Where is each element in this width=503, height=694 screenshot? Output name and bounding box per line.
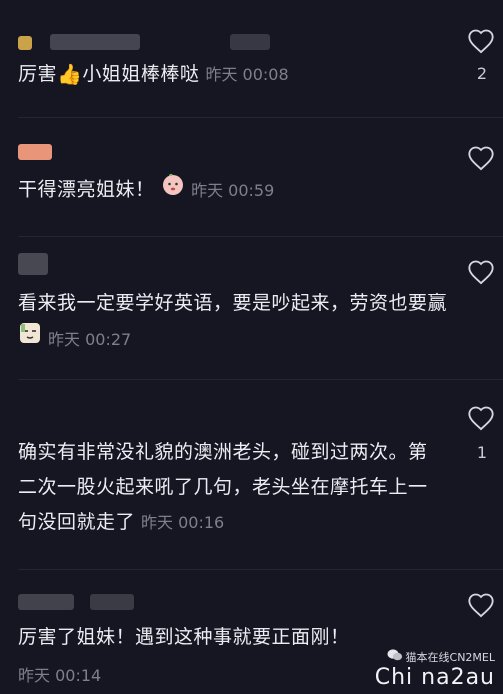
timestamp: 昨天 00:59 [191, 180, 275, 200]
avatar [18, 144, 52, 160]
heart-icon[interactable] [467, 405, 495, 431]
like-count: 1 [476, 443, 487, 462]
comment-text: 看来我一定要学好英语，要是吵起来，劳资也要赢 昨天 00:27 [18, 286, 448, 357]
comment-text: 确实有非常没礼貌的澳洲老头，碰到过两次。第二次一股火起来吼了几句，老头坐在摩托车… [18, 441, 428, 533]
comment-item: 确实有非常没礼貌的澳洲老头，碰到过两次。第二次一股火起来吼了几句，老头坐在摩托车… [0, 380, 503, 570]
wechat-icon [387, 648, 403, 665]
peach-face-icon [161, 172, 185, 208]
comment-text: 干得漂亮姐妹！ 昨天 00:59 [18, 172, 438, 208]
watermark-bottom-text: Chi na2au [374, 665, 495, 690]
timestamp: 昨天 00:16 [141, 513, 225, 532]
timestamp: 昨天 00:08 [205, 65, 289, 84]
like-count: 2 [476, 64, 487, 83]
watermark: 猫本在线CN2MEL Chi na2au [375, 648, 495, 690]
thumbs-up-icon: 👍 [57, 62, 83, 86]
watermark-top-text: 猫本在线CN2MEL [405, 650, 495, 664]
comment-text: 厉害👍小姐姐棒棒哒 昨天 00:08 [18, 57, 438, 92]
comment-item: 干得漂亮姐妹！ 昨天 00:59 [0, 118, 503, 236]
heart-icon[interactable] [467, 145, 495, 171]
heart-icon[interactable] [467, 592, 495, 618]
username-blurred [50, 34, 140, 50]
comment-item: 厉害👍小姐姐棒棒哒 昨天 00:08 2 [0, 0, 503, 118]
timestamp: 昨天 00:14 [18, 666, 102, 685]
sly-face-icon [18, 321, 42, 357]
avatar [18, 36, 32, 50]
username-blurred [90, 594, 134, 610]
heart-icon[interactable] [467, 28, 495, 54]
timestamp: 昨天 00:27 [48, 329, 132, 349]
avatar [18, 594, 74, 610]
heart-icon[interactable] [467, 259, 495, 285]
avatar [18, 253, 48, 275]
comment-item: 看来我一定要学好英语，要是吵起来，劳资也要赢 昨天 00:27 [0, 237, 503, 379]
